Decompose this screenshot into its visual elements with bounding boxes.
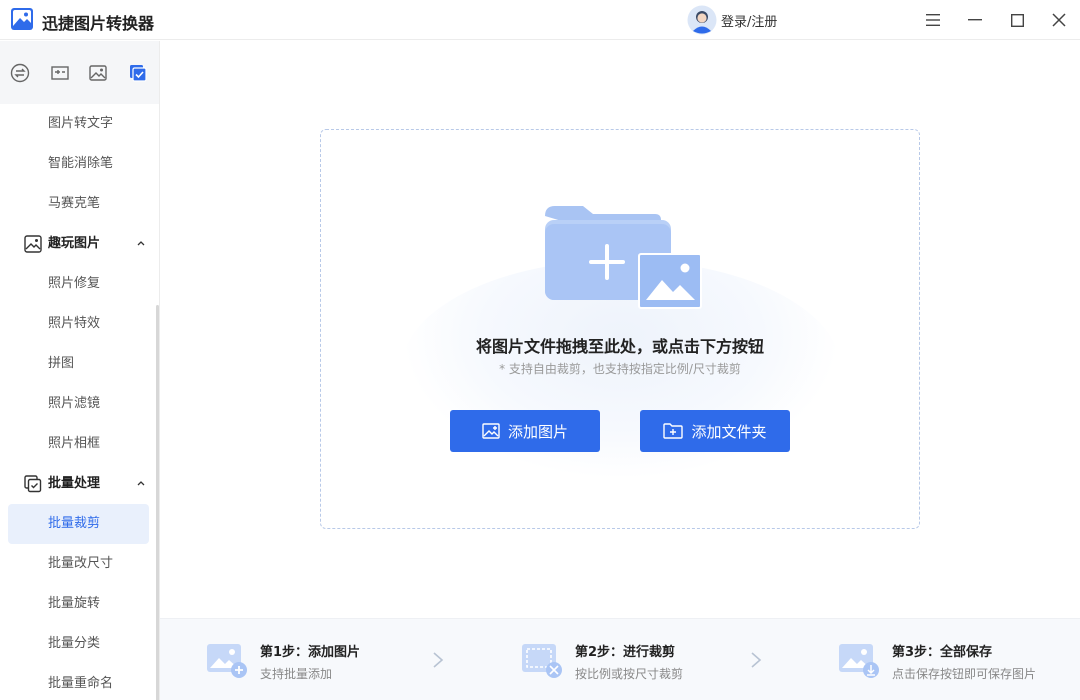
close-icon xyxy=(1052,13,1066,27)
login-label: 登录/注册 xyxy=(721,14,778,30)
tab-convert[interactable] xyxy=(9,62,31,84)
drop-zone-title: 将图片文件拖拽至此处，或点击下方按钮 xyxy=(475,337,764,356)
step-title: 第1步：添加图片 xyxy=(260,645,361,660)
minimize-icon xyxy=(968,19,982,21)
folder-add-icon xyxy=(545,206,702,309)
login-button[interactable]: 登录/注册 xyxy=(687,5,777,35)
sidebar-item-label: 批量分类 xyxy=(48,636,101,651)
sidebar-item-batch-resize[interactable]: 批量改尺寸 xyxy=(0,544,159,584)
step-desc: 点击保存按钮即可保存图片 xyxy=(892,667,1037,681)
sidebar-item-label: 图片转文字 xyxy=(48,116,114,131)
add-image-label: 添加图片 xyxy=(507,422,568,441)
tab-batch[interactable] xyxy=(127,62,149,84)
sidebar-item-image-to-text[interactable]: 图片转文字 xyxy=(0,104,159,144)
sidebar-item-label: 批量改尺寸 xyxy=(48,556,114,571)
sidebar-item-mosaic-pen[interactable]: 马赛克笔 xyxy=(0,184,159,224)
title-bar: 迅捷图片转换器 登录/注册 xyxy=(0,0,1080,40)
sidebar-item-photo-effects[interactable]: 照片特效 xyxy=(0,304,159,344)
convert-icon xyxy=(10,63,30,83)
maximize-icon xyxy=(1010,13,1024,27)
chevron-right-icon xyxy=(751,652,762,668)
close-button[interactable] xyxy=(1047,8,1071,32)
add-image-button[interactable]: 添加图片 xyxy=(450,410,600,452)
minimize-button[interactable] xyxy=(963,8,987,32)
sidebar-item-label: 拼图 xyxy=(48,356,75,371)
edit-icon xyxy=(51,66,69,80)
sidebar-group-fun-pictures[interactable]: 趣玩图片 xyxy=(0,224,159,264)
sidebar-item-label: 照片相框 xyxy=(48,436,101,451)
sidebar-group-batch[interactable]: 批量处理 xyxy=(0,464,159,504)
app-title: 迅捷图片转换器 xyxy=(42,14,155,33)
drop-zone-subtitle: * 支持自由裁剪，也支持按指定比例/尺寸裁剪 xyxy=(499,362,741,376)
sidebar-item-photo-filter[interactable]: 照片滤镜 xyxy=(0,384,159,424)
chevron-right-icon xyxy=(433,652,444,668)
app-logo-icon xyxy=(11,8,33,30)
sidebar-item-label: 批量重命名 xyxy=(48,676,114,691)
sidebar-item-batch-rotate[interactable]: 批量旋转 xyxy=(0,584,159,624)
chevron-up-icon xyxy=(137,241,145,246)
main-area: 将图片文件拖拽至此处，或点击下方按钮 * 支持自由裁剪，也支持按指定比例/尺寸裁… xyxy=(160,41,1080,618)
sidebar-item-photo-frame[interactable]: 照片相框 xyxy=(0,424,159,464)
add-folder-button[interactable]: 添加文件夹 xyxy=(640,410,790,452)
sidebar-item-label: 照片滤镜 xyxy=(48,396,101,411)
sidebar-item-label: 照片修复 xyxy=(48,276,101,291)
drop-zone[interactable]: 将图片文件拖拽至此处，或点击下方按钮 * 支持自由裁剪，也支持按指定比例/尺寸裁… xyxy=(320,129,920,529)
sidebar-group-label: 批量处理 xyxy=(48,476,101,491)
steps-bar: 第1步：添加图片 支持批量添加 第2步：进行裁剪 按比例或按尺寸裁剪 第3步：全… xyxy=(160,618,1080,700)
crop-step-icon xyxy=(522,644,562,678)
sidebar-item-label: 照片特效 xyxy=(48,316,101,331)
sidebar-item-label: 批量旋转 xyxy=(48,596,101,611)
batch-icon xyxy=(130,65,147,82)
add-image-icon xyxy=(482,423,500,439)
add-image-step-icon xyxy=(207,644,247,678)
batch-check-icon xyxy=(24,475,42,493)
chevron-up-icon xyxy=(137,481,145,486)
sidebar-item-smart-eraser[interactable]: 智能消除笔 xyxy=(0,144,159,184)
add-folder-icon xyxy=(663,423,684,439)
menu-button[interactable] xyxy=(921,8,945,32)
fun-picture-icon xyxy=(24,235,42,253)
sidebar-item-batch-classify[interactable]: 批量分类 xyxy=(0,624,159,664)
sidebar-item-collage[interactable]: 拼图 xyxy=(0,344,159,384)
sidebar-item-batch-rename[interactable]: 批量重命名 xyxy=(0,664,159,700)
sidebar-group-label: 趣玩图片 xyxy=(48,236,101,251)
step-title: 第3步：全部保存 xyxy=(892,645,993,660)
user-avatar-icon xyxy=(687,5,717,35)
save-step-icon xyxy=(839,644,879,678)
tab-image[interactable] xyxy=(87,62,109,84)
sidebar-list: 图片转文字 智能消除笔 马赛克笔 趣玩图片 照片修复 照片特效 拼图 照片滤镜 … xyxy=(0,104,159,700)
sidebar-item-photo-repair[interactable]: 照片修复 xyxy=(0,264,159,304)
step-desc: 按比例或按尺寸裁剪 xyxy=(575,667,684,681)
sidebar-item-label: 智能消除笔 xyxy=(48,156,114,171)
sidebar-item-batch-crop[interactable]: 批量裁剪 xyxy=(8,504,149,544)
add-folder-label: 添加文件夹 xyxy=(691,422,767,441)
sidebar: 图片转文字 智能消除笔 马赛克笔 趣玩图片 照片修复 照片特效 拼图 照片滤镜 … xyxy=(0,41,160,700)
sidebar-item-label: 批量裁剪 xyxy=(48,516,101,531)
tab-edit[interactable] xyxy=(49,62,71,84)
image-icon xyxy=(89,65,107,81)
step-desc: 支持批量添加 xyxy=(260,667,333,681)
step-title: 第2步：进行裁剪 xyxy=(575,645,676,660)
menu-icon xyxy=(926,14,940,26)
sidebar-tabs xyxy=(0,41,159,104)
sidebar-scrollbar[interactable] xyxy=(156,305,159,700)
sidebar-item-label: 马赛克笔 xyxy=(48,196,101,211)
maximize-button[interactable] xyxy=(1005,8,1029,32)
